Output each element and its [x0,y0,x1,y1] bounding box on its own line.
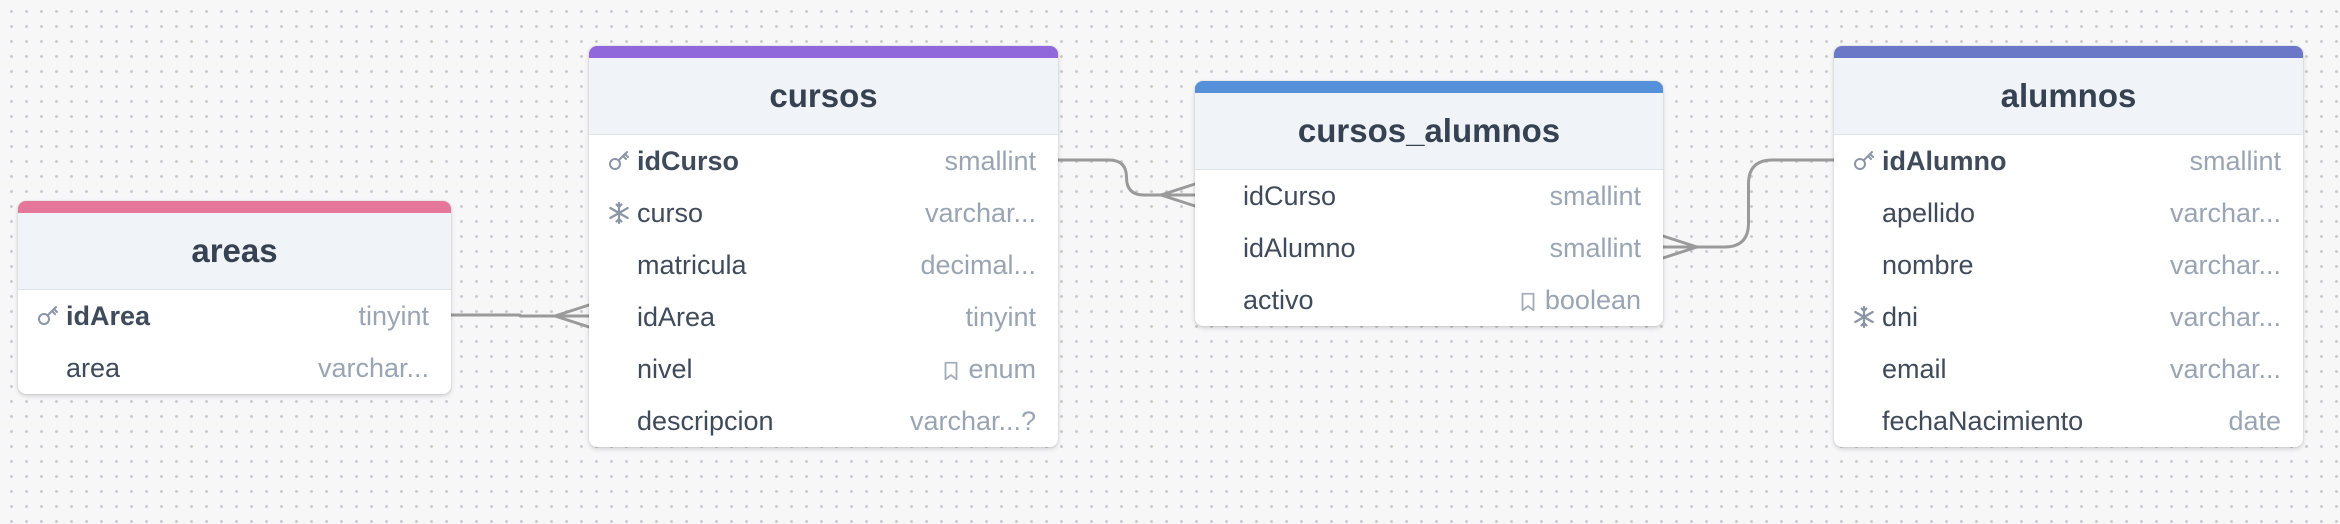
field-type-label: tinyint [358,300,429,331]
field-type-label: tinyint [965,301,1036,332]
table-title: alumnos [2000,77,2137,114]
connector-line [451,313,589,318]
field-type: varchar... [318,353,429,384]
table-card-cursos[interactable]: cursos idCurso smallint curso varchar... matr… [589,46,1058,447]
table-header[interactable]: areas [18,213,451,290]
field-type: boolean [1517,285,1641,316]
snowflake-icon [607,201,631,225]
connector-line [1663,158,1834,249]
bookmark-icon [940,358,962,381]
field-name: idAlumno [1243,232,1356,263]
field-row-idalumno[interactable]: idAlumno smallint [1195,222,1663,274]
table-header[interactable]: cursos [589,58,1058,135]
field-name: idArea [66,300,151,331]
field-type: decimal... [920,250,1036,281]
field-row-idarea[interactable]: idArea tinyint [589,291,1058,343]
field-type: smallint [2189,146,2281,177]
field-type: varchar... [2170,250,2281,281]
field-row-idcurso[interactable]: idCurso smallint [1195,170,1663,222]
field-row-matricula[interactable]: matricula decimal... [589,239,1058,291]
field-type: varchar... [2170,198,2281,229]
field-name: descripcion [637,405,774,436]
field-row-nivel[interactable]: nivel enum [589,343,1058,395]
field-name: fechaNacimiento [1882,405,2084,436]
field-name: nombre [1882,249,1974,280]
table-card-cursos-alumnos[interactable]: cursos_alumnos idCurso smallint idAlumno sma… [1195,81,1663,326]
field-row-activo[interactable]: activo boolean [1195,274,1663,326]
field-row-curso[interactable]: curso varchar... [589,187,1058,239]
field-type-label: smallint [1549,232,1641,263]
field-row-dni[interactable]: dni varchar... [1834,291,2303,343]
key-icon [607,149,631,173]
field-type-label: varchar... [924,197,1036,228]
field-name: area [66,352,121,383]
field-type: smallint [944,146,1036,177]
field-type: varchar... [2170,354,2281,385]
table-card-areas[interactable]: areas idArea tinyint area varchar... [18,201,451,394]
field-row-area[interactable]: area varchar... [18,342,451,394]
field-row-fechanacimiento[interactable]: fechaNacimiento date [1834,395,2303,447]
field-type-label: boolean [1544,284,1641,315]
field-row-nombre[interactable]: nombre varchar... [1834,239,2303,291]
field-row-idarea[interactable]: idArea tinyint [18,290,451,342]
relation-alumnos-to-cursos-alumnos[interactable] [1661,158,1834,260]
field-type-label: varchar... [317,352,429,383]
relation-areas-to-cursos[interactable] [451,303,591,329]
field-name: idAlumno [1882,145,2007,176]
field-name: nivel [637,353,693,384]
field-name: dni [1882,301,1919,332]
table-title: areas [191,232,278,269]
field-type: smallint [1549,181,1641,212]
field-type-label: smallint [1549,180,1641,211]
field-name: idCurso [1243,180,1337,211]
field-type-label: smallint [944,145,1036,176]
field-type: smallint [1549,233,1641,264]
field-type-label: varchar... [2169,353,2281,384]
field-row-apellido[interactable]: apellido varchar... [1834,187,2303,239]
field-type-label: varchar...? [909,405,1036,436]
field-type-label: smallint [2189,145,2281,176]
field-name: matricula [637,249,747,280]
field-type: varchar...? [910,406,1036,437]
field-type: varchar... [925,198,1036,229]
field-type: tinyint [965,302,1036,333]
relation-cursos-to-cursos-alumnos[interactable] [1058,158,1197,208]
field-row-email[interactable]: email varchar... [1834,343,2303,395]
field-type-label: varchar... [2169,249,2281,280]
field-type-label: varchar... [2169,301,2281,332]
field-name: email [1882,353,1947,384]
field-name: apellido [1882,197,1976,228]
field-type-label: enum [968,353,1036,384]
field-type-label: varchar... [2169,197,2281,228]
field-row-idcurso[interactable]: idCurso smallint [589,135,1058,187]
field-row-descripcion[interactable]: descripcion varchar...? [589,395,1058,447]
diagram-canvas[interactable]: areas idArea tinyint area varchar... cursos id… [0,0,2340,524]
bookmark-icon [1517,289,1539,312]
field-type: varchar... [2170,302,2281,333]
table-header[interactable]: cursos_alumnos [1195,93,1663,170]
field-row-idalumno[interactable]: idAlumno smallint [1834,135,2303,187]
field-name: idArea [637,301,716,332]
table-title: cursos_alumnos [1297,112,1561,149]
table-title: cursos [769,77,878,114]
field-type-label: decimal... [920,249,1036,280]
field-name: activo [1243,284,1314,315]
field-type: tinyint [358,301,429,332]
key-icon [1852,149,1876,173]
field-name: idCurso [637,145,740,176]
field-type: enum [940,354,1036,385]
field-name: curso [637,197,704,228]
table-header[interactable]: alumnos [1834,58,2303,135]
key-icon [36,304,60,328]
table-card-alumnos[interactable]: alumnos idAlumno smallint apellido varchar..… [1834,46,2303,447]
field-type-label: date [2228,405,2281,436]
field-type: date [2228,406,2281,437]
snowflake-icon [1852,305,1876,329]
